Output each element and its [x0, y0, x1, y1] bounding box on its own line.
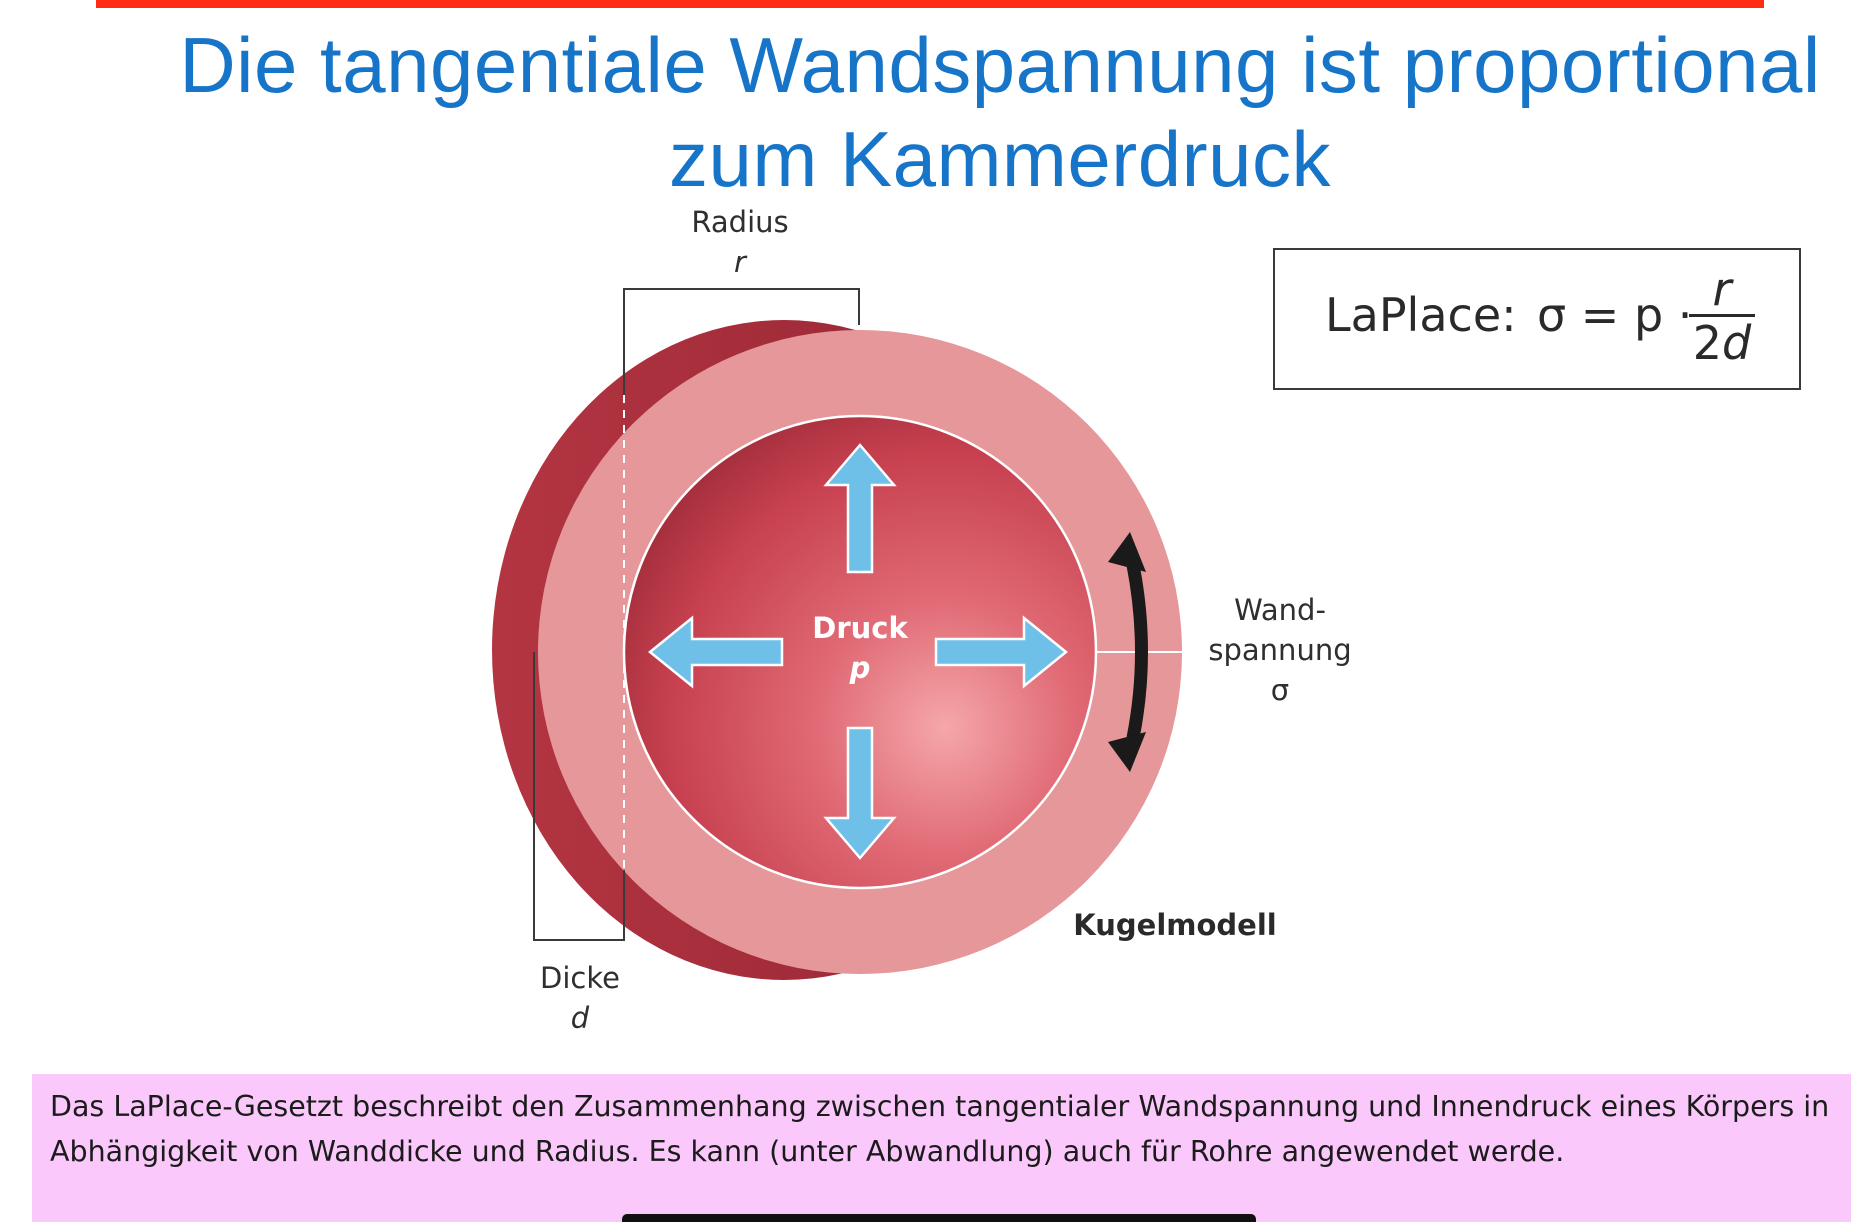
radius-symbol: r [734, 245, 746, 279]
laplace-sphere-diagram [492, 288, 1200, 980]
thickness-symbol: d [570, 1001, 590, 1035]
pressure-label: Druck p [798, 608, 922, 688]
radius-label: Radius r [680, 202, 800, 282]
pressure-symbol: p [849, 651, 871, 685]
fraction-numerator: r [1712, 262, 1732, 316]
bottom-home-indicator [622, 1214, 1256, 1222]
thickness-label: Dicke d [520, 958, 640, 1038]
caption-text: Das LaPlace-Gesetzt beschreibt den Zusam… [32, 1074, 1851, 1222]
formula-expression: σ = p · [1537, 288, 1693, 342]
wall-stress-symbol: σ [1270, 673, 1290, 707]
wall-stress-label: Wand- spannung σ [1190, 590, 1370, 710]
fraction-denominator: 2d [1692, 316, 1752, 370]
model-label: Kugelmodell [1073, 908, 1277, 942]
laplace-formula-box: LaPlace: σ = p · r 2d [1273, 248, 1801, 390]
formula-fraction: r 2d [1685, 264, 1759, 369]
formula-name: LaPlace: [1325, 288, 1517, 342]
